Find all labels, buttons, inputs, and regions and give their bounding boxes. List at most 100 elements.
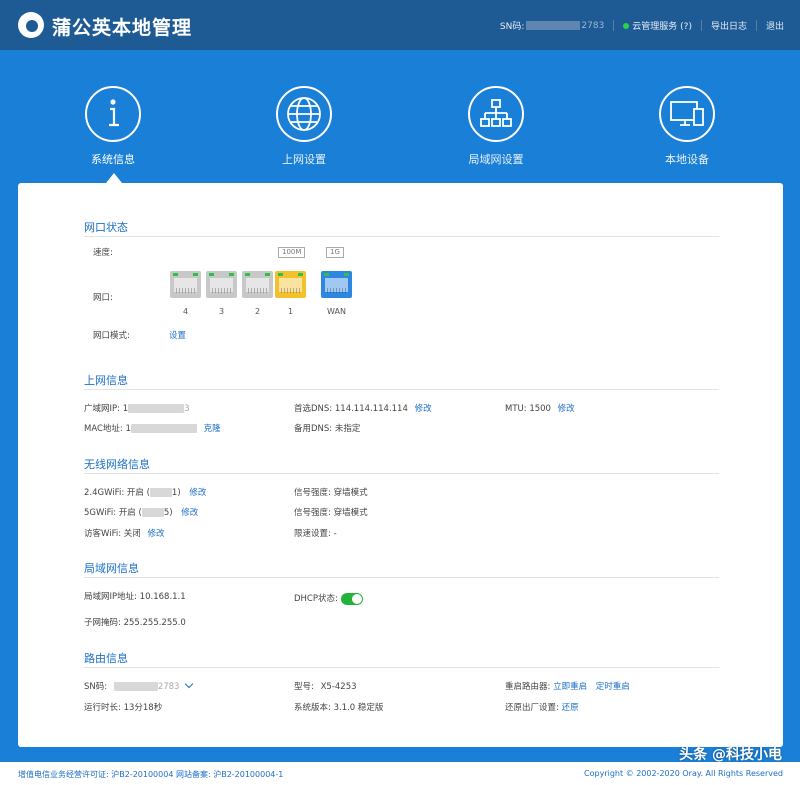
model-label: 型号: <box>294 682 314 692</box>
wifi24-ssid-mask <box>149 488 172 497</box>
backup-dns-label: 备用DNS: <box>294 424 333 434</box>
logout-link[interactable]: 退出 <box>766 19 784 32</box>
version-row: 系统版本: 3.1.0 稳定版 <box>294 701 383 713</box>
section-title-wifi-info: 无线网络信息 <box>84 458 150 471</box>
guest-wifi-edit-link[interactable]: 修改 <box>148 529 165 539</box>
chevron-down-icon[interactable] <box>184 679 194 689</box>
wifi5-row: 5GWiFi: 开启 ( 5) 修改 <box>84 506 198 518</box>
dhcp-label: DHCP状态: <box>294 594 338 604</box>
divider <box>84 473 719 474</box>
subnet-row: 子网掩码: 255.255.255.0 <box>84 616 186 628</box>
port-number: 2 <box>254 307 261 316</box>
guest-wifi-row: 访客WiFi: 关闭 修改 <box>84 527 165 539</box>
nav-system-info[interactable]: 系统信息 <box>58 86 168 167</box>
guest-wifi-state: 关闭 <box>123 529 141 539</box>
section-title-port-status: 网口状态 <box>84 221 128 234</box>
factory-reset-label: 还原出厂设置: <box>505 703 559 713</box>
network-tree-icon <box>468 86 524 142</box>
wan-ip-mask <box>128 404 185 413</box>
mtu-label: MTU: <box>505 404 527 414</box>
lan-ip-label: 局域网IP地址: <box>84 592 137 602</box>
subnet-value: 255.255.255.0 <box>123 618 186 628</box>
wifi24-tail: 1) <box>171 488 181 498</box>
wifi24-row: 2.4GWiFi: 开启 ( 1) 修改 <box>84 486 206 498</box>
section-title-router-info: 路由信息 <box>84 652 128 665</box>
export-log-link[interactable]: 导出日志 <box>711 19 747 32</box>
wifi24-label: 2.4GWiFi: <box>84 488 125 498</box>
footer: 增值电信业务经营许可证: 沪B2-20100004 网站备案: 沪B2-2010… <box>0 762 800 785</box>
primary-dns-row: 首选DNS: 114.114.114.114 修改 <box>294 402 432 414</box>
speed-label: 速度: <box>93 248 113 258</box>
wifi24-edit-link[interactable]: 修改 <box>189 488 206 498</box>
dhcp-row: DHCP状态: <box>294 592 363 605</box>
wifi5-signal-value: 穿墙模式 <box>333 508 368 518</box>
nav-local-devices[interactable]: 本地设备 <box>632 86 742 167</box>
wifi24-state: 开启 ( <box>126 488 150 498</box>
port-mode-settings-link[interactable]: 设置 <box>169 329 186 341</box>
wifi24-signal-label: 信号强度: <box>294 488 331 498</box>
sn-label: SN码: <box>499 22 525 32</box>
factory-reset-link[interactable]: 还原 <box>562 703 579 713</box>
footer-copyright: Copyright © 2002-2020 Oray. All Rights R… <box>584 769 783 778</box>
nav-internet-settings[interactable]: 上网设置 <box>249 86 359 167</box>
divider <box>613 20 615 31</box>
cloud-service-link[interactable]: 云管理服务 (?) <box>632 19 692 32</box>
port-number: 3 <box>218 307 225 316</box>
speed-limit-label: 限速设置: <box>294 529 331 539</box>
guest-wifi-label: 访客WiFi: <box>84 529 122 539</box>
speed-1g-badge: 1G <box>326 247 344 258</box>
factory-reset-row: 还原出厂设置: 还原 <box>505 701 579 713</box>
speed-limit-row: 限速设置: - <box>294 527 337 539</box>
active-tab-caret <box>106 173 122 183</box>
nav-label: 上网设置 <box>282 153 326 166</box>
lan-port-4-icon <box>170 271 201 298</box>
router-sn-row: SN码: 2783 <box>84 679 194 692</box>
wifi5-label: 5GWiFi: <box>84 508 117 518</box>
sn-tail: 2783 <box>581 20 605 31</box>
wifi24-signal-row: 信号强度: 穿墙模式 <box>294 486 368 498</box>
wifi5-edit-link[interactable]: 修改 <box>181 508 198 518</box>
uptime-value: 13分18秒 <box>123 703 163 713</box>
router-sn-label: SN码: <box>84 682 108 692</box>
lan-port-3-icon <box>206 271 237 298</box>
footer-license: 增值电信业务经营许可证: 沪B2-20100004 网站备案: 沪B2-2010… <box>18 770 284 779</box>
content-card: 网口状态 速度: 100M 1G 网口: 4 3 2 1 WAN 网口模式: 设… <box>18 183 783 747</box>
backup-dns-row: 备用DNS: 未指定 <box>294 422 360 434</box>
nav-lan-settings[interactable]: 局域网设置 <box>441 86 551 167</box>
divider <box>84 389 719 390</box>
divider <box>700 20 702 31</box>
globe-icon <box>276 86 332 142</box>
mac-row: MAC地址: 1 克隆 <box>84 422 221 434</box>
model-value: X5-4253 <box>320 682 357 692</box>
dhcp-toggle[interactable] <box>340 592 363 605</box>
status-dot-icon <box>623 22 630 29</box>
wan-ip-tail: 3 <box>184 404 190 414</box>
uptime-row: 运行时长: 13分18秒 <box>84 701 162 713</box>
divider <box>84 667 719 668</box>
uptime-label: 运行时长: <box>84 703 121 713</box>
mtu-value: 1500 <box>529 404 551 414</box>
mac-mask <box>130 424 197 433</box>
reboot-now-link[interactable]: 立即重启 <box>553 682 587 692</box>
reboot-timed-link[interactable]: 定时重启 <box>596 682 630 692</box>
wifi5-tail: 5) <box>163 508 173 518</box>
divider <box>84 577 719 578</box>
wifi5-state: 开启 ( <box>118 508 142 518</box>
router-sn-mask <box>113 682 158 691</box>
port-mode-label: 网口模式: <box>93 331 130 341</box>
primary-dns-label: 首选DNS: <box>294 404 333 414</box>
port-number: WAN <box>327 307 346 316</box>
wifi24-signal-value: 穿墙模式 <box>333 488 368 498</box>
speed-limit-value: - <box>333 529 337 539</box>
mac-clone-link[interactable]: 克隆 <box>204 424 221 434</box>
dandelion-logo-icon <box>18 12 44 38</box>
primary-dns-edit-link[interactable]: 修改 <box>415 404 432 414</box>
app-title: 蒲公英本地管理 <box>52 17 193 39</box>
reboot-label: 重启路由器: <box>505 682 551 692</box>
lan-ip-value: 10.168.1.1 <box>139 592 186 602</box>
devices-icon <box>659 86 715 142</box>
wan-port-icon <box>321 271 352 298</box>
nav-label: 系统信息 <box>91 153 135 166</box>
mtu-edit-link[interactable]: 修改 <box>558 404 575 414</box>
backup-dns-value: 未指定 <box>334 424 361 434</box>
